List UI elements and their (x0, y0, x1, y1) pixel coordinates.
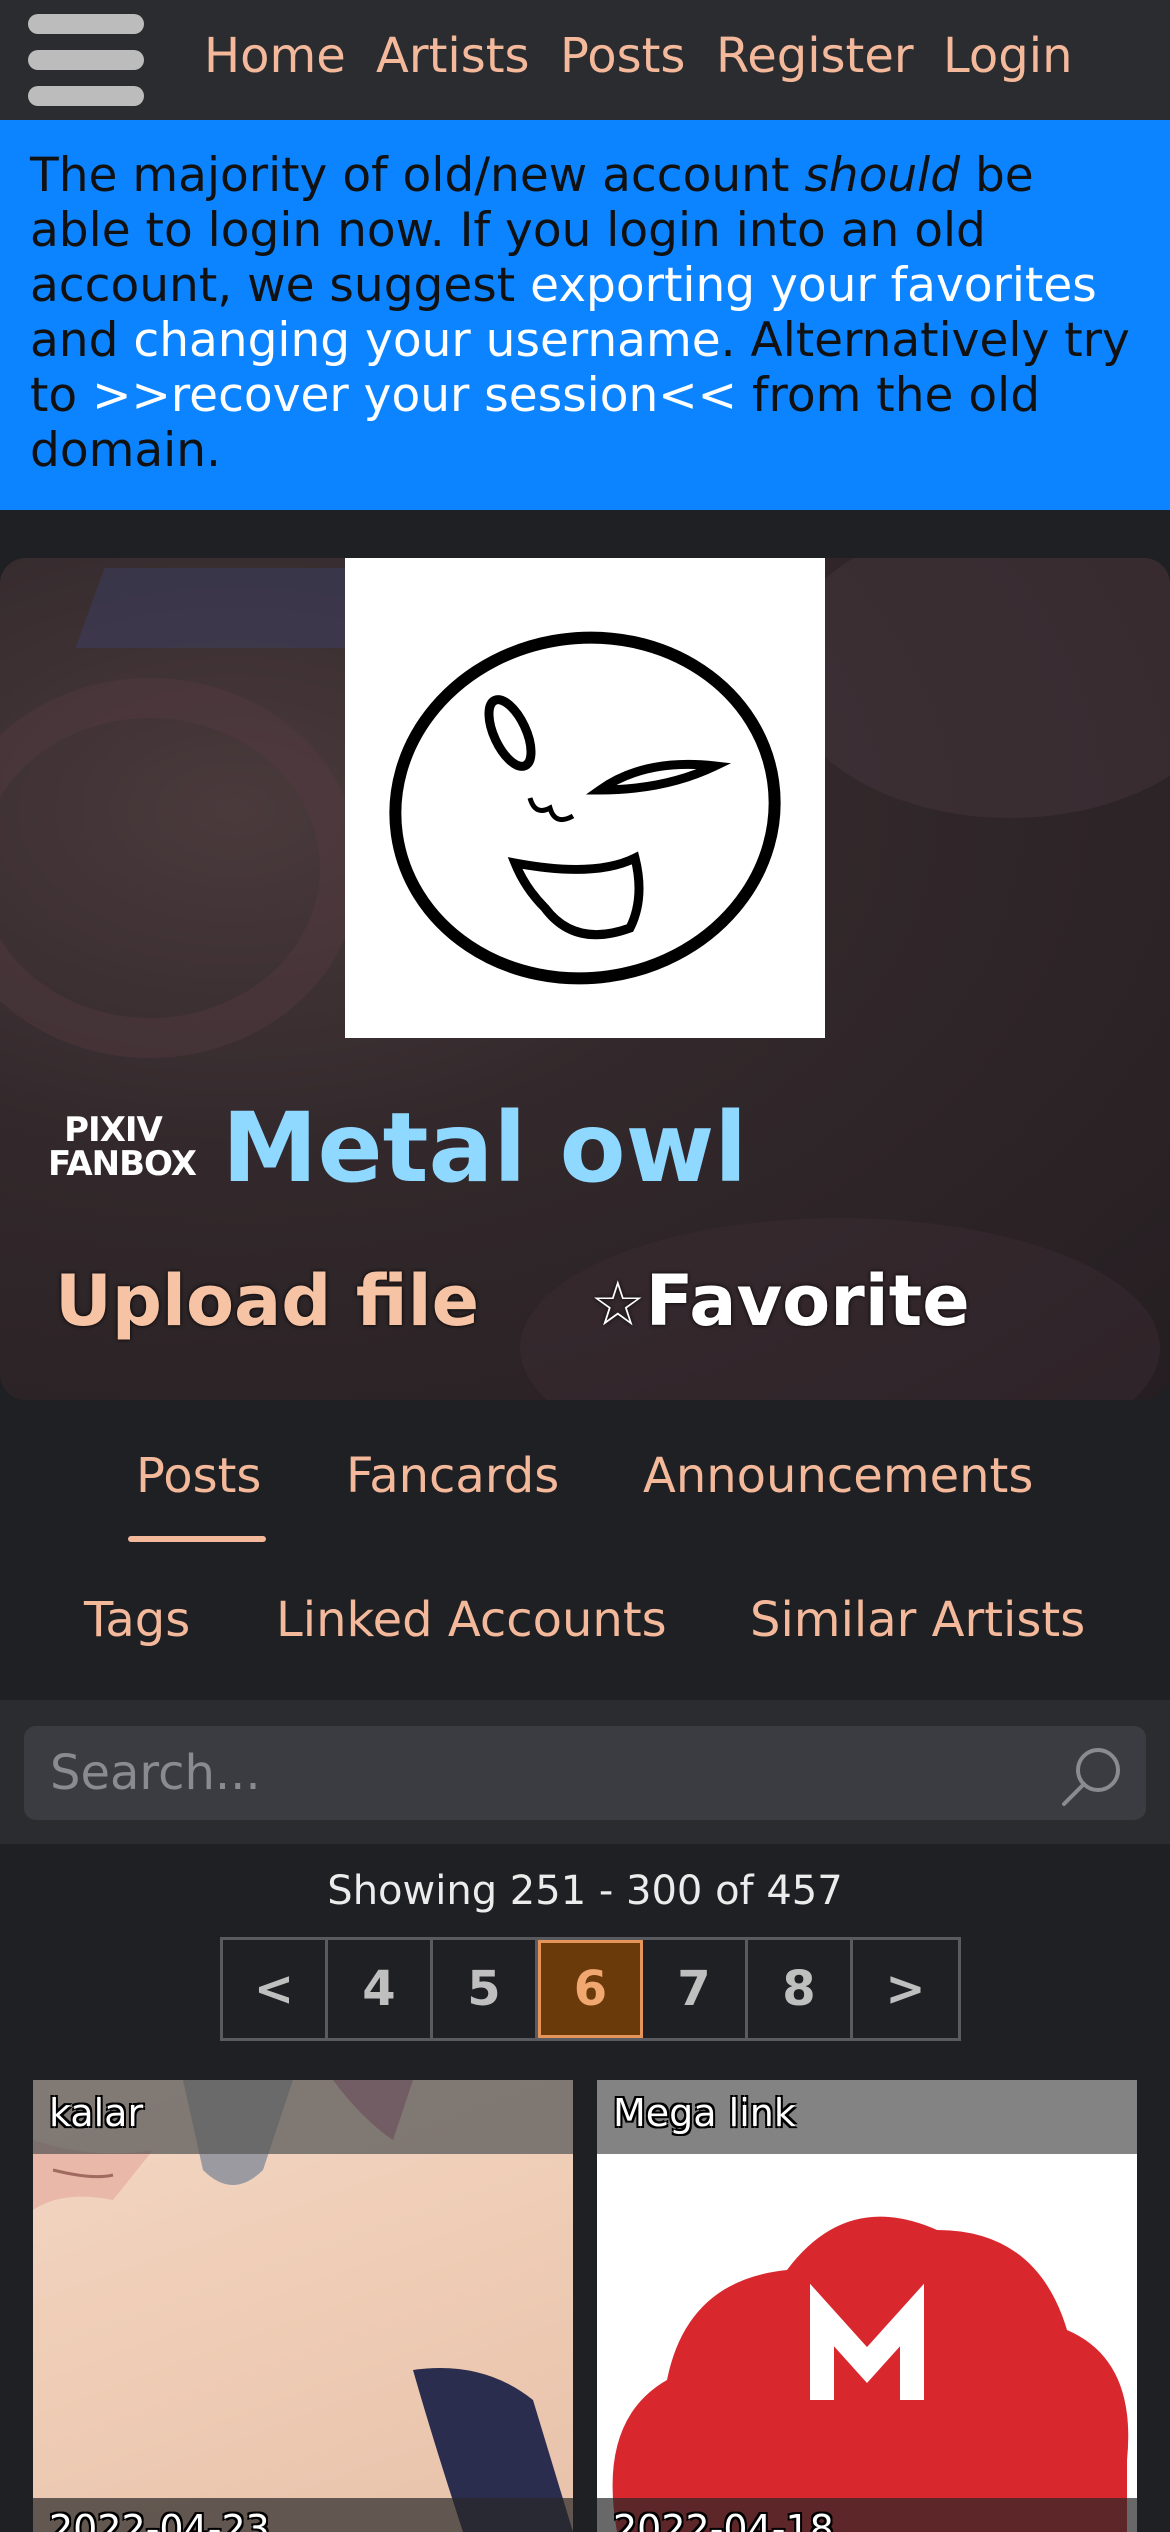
nav-register-link[interactable]: Register (716, 26, 914, 86)
artist-name[interactable]: Metal owl (222, 1088, 747, 1208)
artist-avatar[interactable] (345, 558, 825, 1038)
current-page-button[interactable]: 6 (538, 1940, 643, 2038)
favorite-button[interactable]: ☆Favorite (590, 1256, 970, 1349)
export-favorites-link[interactable]: exporting your favorites (530, 258, 1097, 313)
artist-header: PIXIV FANBOX Metal owl Upload file ☆Favo… (0, 558, 1170, 1400)
announcement-banner: The majority of old/new account should b… (0, 120, 1170, 510)
page: Home Artists Posts Register Login The ma… (0, 0, 1170, 2532)
post-card[interactable]: kalar 2022-04-23 (33, 2080, 573, 2532)
top-nav: Home Artists Posts Register Login (0, 0, 1170, 120)
nav-posts-link[interactable]: Posts (560, 26, 685, 86)
favorite-label: Favorite (645, 1260, 970, 1342)
banner-text: The majority of old/new account should b… (30, 148, 1130, 478)
pagination: < 4 5 6 7 8 > (220, 1937, 961, 2041)
page-button[interactable]: 7 (643, 1940, 748, 2038)
next-page-button[interactable]: > (853, 1940, 958, 2038)
post-date: 2022-04-23 (49, 2507, 270, 2532)
post-title[interactable]: Mega link (613, 2088, 796, 2138)
tab-linked-accounts[interactable]: Linked Accounts (276, 1590, 667, 1650)
tab-similar-artists[interactable]: Similar Artists (750, 1590, 1085, 1650)
page-button[interactable]: 8 (748, 1940, 853, 2038)
pixiv-fanbox-logo: PIXIV FANBOX (48, 1110, 197, 1184)
upload-file-button[interactable]: Upload file (55, 1256, 479, 1346)
nav-login-link[interactable]: Login (943, 26, 1073, 86)
tab-posts[interactable]: Posts (136, 1446, 261, 1506)
tab-announcements[interactable]: Announcements (643, 1446, 1033, 1506)
change-username-link[interactable]: changing your username (133, 313, 720, 368)
post-title[interactable]: kalar (49, 2088, 143, 2138)
nav-artists-link[interactable]: Artists (376, 26, 530, 86)
prev-page-button[interactable]: < (223, 1940, 328, 2038)
tab-tags[interactable]: Tags (84, 1590, 190, 1650)
search-icon[interactable] (1060, 1744, 1124, 1808)
recover-session-link[interactable]: >>recover your session<< (92, 368, 737, 423)
post-date: 2022-04-18 (613, 2507, 834, 2532)
page-button[interactable]: 4 (328, 1940, 433, 2038)
post-card[interactable]: Mega link 2022-04-18 (597, 2080, 1137, 2532)
active-tab-indicator (128, 1536, 266, 1542)
nav-home-link[interactable]: Home (204, 26, 346, 86)
hamburger-menu-icon[interactable] (28, 14, 144, 106)
results-count: Showing 251 - 300 of 457 (327, 1868, 843, 1914)
page-button[interactable]: 5 (433, 1940, 538, 2038)
search-input[interactable] (24, 1726, 1146, 1820)
star-icon: ☆ (590, 1267, 646, 1340)
tab-fancards[interactable]: Fancards (346, 1446, 559, 1506)
search-bar (0, 1700, 1170, 1844)
